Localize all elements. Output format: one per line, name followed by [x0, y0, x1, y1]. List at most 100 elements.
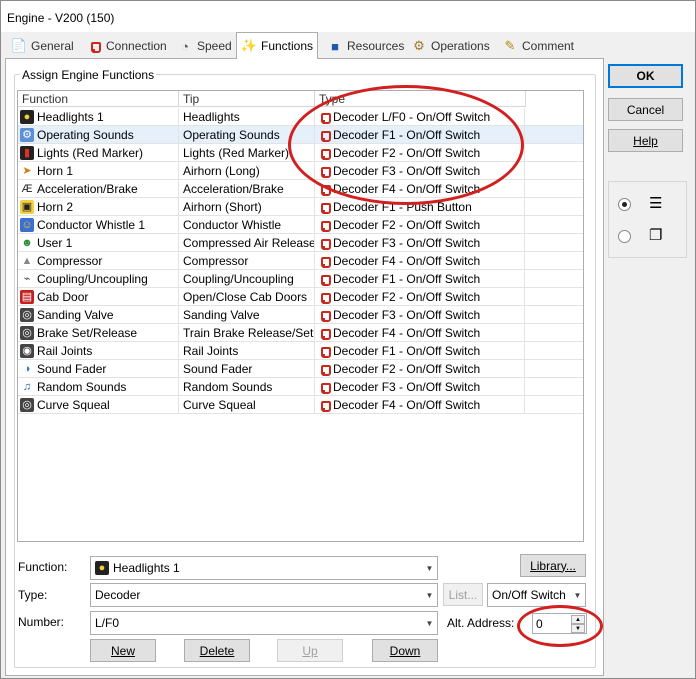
table-row[interactable]: ◑ Sound Fader Sound Fader Decoder F2 - On/O… [18, 360, 583, 378]
table-row[interactable]: Æ Acceleration/Brake Acceleration/Brake Dec… [18, 180, 583, 198]
type-cell[interactable]: Decoder F4 - On/Off Switch [315, 180, 525, 198]
number-select[interactable]: L/F0 ▼ [90, 611, 438, 635]
tab-operations[interactable]: ⚙ Operations [407, 35, 494, 57]
table-row[interactable]: ◎ Brake Set/Release Train Brake Release/Se… [18, 324, 583, 342]
cancel-button[interactable]: Cancel [608, 98, 683, 121]
tip-cell[interactable]: Coupling/Uncoupling [179, 270, 315, 288]
table-row[interactable]: ▲ Compressor Compressor Decoder F4 - On/Off… [18, 252, 583, 270]
function-cell[interactable]: ▣ Horn 2 [18, 198, 179, 216]
table-row[interactable]: ☺ Conductor Whistle 1 Conductor Whistle Dec… [18, 216, 583, 234]
tip-cell[interactable]: Conductor Whistle [179, 216, 315, 234]
function-cell[interactable]: ☺ Conductor Whistle 1 [18, 216, 179, 234]
tip-cell[interactable]: Compressed Air Release [179, 234, 315, 252]
tab-functions[interactable]: ✨ Functions [236, 32, 319, 59]
tip-cell[interactable]: Open/Close Cab Doors [179, 288, 315, 306]
function-cell[interactable]: ◎ Brake Set/Release [18, 324, 179, 342]
tip-cell[interactable]: Lights (Red Marker) [179, 144, 315, 162]
tip-cell[interactable]: Sanding Valve [179, 306, 315, 324]
up-button[interactable]: Up [277, 639, 343, 662]
tip-cell[interactable]: Operating Sounds [179, 126, 315, 144]
type-cell[interactable]: Decoder F3 - On/Off Switch [315, 234, 525, 252]
table-row[interactable]: ⌁ Coupling/Uncoupling Coupling/Uncoupling D… [18, 270, 583, 288]
type-cell[interactable]: Decoder F3 - On/Off Switch [315, 378, 525, 396]
type-cell[interactable]: Decoder L/F0 - On/Off Switch [315, 108, 525, 126]
list-button[interactable]: List... [443, 583, 483, 606]
spin-down-icon[interactable]: ▼ [571, 624, 585, 633]
help-button[interactable]: Help [608, 129, 683, 152]
function-select[interactable]: ● Headlights 1 ▼ [90, 556, 438, 580]
spin-up-icon[interactable]: ▲ [571, 615, 585, 624]
function-cell[interactable]: ⚙ Operating Sounds [18, 126, 179, 144]
function-cell[interactable]: ▲ Compressor [18, 252, 179, 270]
tab-comment[interactable]: ✎ Comment [498, 35, 578, 57]
tip-cell[interactable]: Rail Joints [179, 342, 315, 360]
type-select[interactable]: Decoder ▼ [90, 583, 438, 607]
table-row[interactable]: ▮ Lights (Red Marker) Lights (Red Marker) D… [18, 144, 583, 162]
type-cell[interactable]: Decoder F1 - On/Off Switch [315, 270, 525, 288]
table-row[interactable]: ◎ Curve Squeal Curve Squeal Decoder F4 - On… [18, 396, 583, 414]
table-row[interactable]: ⚙ Operating Sounds Operating Sounds Decoder… [18, 126, 583, 144]
type-cell[interactable]: Decoder F1 - On/Off Switch [315, 342, 525, 360]
type-cell[interactable]: Decoder F2 - On/Off Switch [315, 144, 525, 162]
column-function[interactable]: Function [18, 91, 179, 107]
list-view-radio[interactable] [618, 198, 631, 211]
function-cell[interactable]: ▮ Lights (Red Marker) [18, 144, 179, 162]
type-cell[interactable]: Decoder F2 - On/Off Switch [315, 216, 525, 234]
table-row[interactable]: ◎ Sanding Valve Sanding Valve Decoder F3 - … [18, 306, 583, 324]
type-cell[interactable]: Decoder F2 - On/Off Switch [315, 360, 525, 378]
tip-cell[interactable]: Compressor [179, 252, 315, 270]
function-cell[interactable]: ⌁ Coupling/Uncoupling [18, 270, 179, 288]
tip-cell[interactable]: Sound Fader [179, 360, 315, 378]
function-cell[interactable]: ☻ User 1 [18, 234, 179, 252]
table-row[interactable]: ♫ Random Sounds Random Sounds Decoder F3 - … [18, 378, 583, 396]
icon-view-radio[interactable] [618, 230, 631, 243]
function-cell[interactable]: ◎ Sanding Valve [18, 306, 179, 324]
type-cell[interactable]: Decoder F3 - On/Off Switch [315, 306, 525, 324]
function-cell[interactable]: Æ Acceleration/Brake [18, 180, 179, 198]
type-text: Decoder F3 - On/Off Switch [333, 308, 481, 322]
tip-cell[interactable]: Acceleration/Brake [179, 180, 315, 198]
column-type[interactable]: Type [315, 91, 526, 107]
table-row[interactable]: ▤ Cab Door Open/Close Cab Doors Decoder F2 … [18, 288, 583, 306]
table-row[interactable]: ◉ Rail Joints Rail Joints Decoder F1 - On/O… [18, 342, 583, 360]
type-cell[interactable]: Decoder F3 - On/Off Switch [315, 162, 525, 180]
type-cell[interactable]: Decoder F1 - Push Button [315, 198, 525, 216]
function-cell[interactable]: ▤ Cab Door [18, 288, 179, 306]
type-cell[interactable]: Decoder F1 - On/Off Switch [315, 126, 525, 144]
function-cell[interactable]: ➤ Horn 1 [18, 162, 179, 180]
function-cell[interactable]: ♫ Random Sounds [18, 378, 179, 396]
mode-select[interactable]: On/Off Switch ▼ [487, 583, 586, 607]
functions-grid[interactable]: Function Tip Type ● Headlights 1 Headlight… [17, 90, 584, 542]
table-row[interactable]: ▣ Horn 2 Airhorn (Short) Decoder F1 - Push … [18, 198, 583, 216]
down-button[interactable]: Down [372, 639, 438, 662]
delete-button[interactable]: Delete [184, 639, 250, 662]
tip-cell[interactable]: Random Sounds [179, 378, 315, 396]
tip-cell[interactable]: Curve Squeal [179, 396, 315, 414]
ok-button[interactable]: OK [608, 64, 683, 88]
brake-icon: ◎ [20, 326, 34, 340]
tab-connection[interactable]: Connection [82, 35, 171, 57]
type-cell[interactable]: Decoder F4 - On/Off Switch [315, 324, 525, 342]
new-button[interactable]: New [90, 639, 156, 662]
tip-cell[interactable]: Airhorn (Short) [179, 198, 315, 216]
tab-general[interactable]: 📄 General [7, 35, 78, 57]
function-cell[interactable]: ◎ Curve Squeal [18, 396, 179, 414]
function-cell[interactable]: ● Headlights 1 [18, 108, 179, 126]
type-cell[interactable]: Decoder F4 - On/Off Switch [315, 252, 525, 270]
table-row[interactable]: ☻ User 1 Compressed Air Release Decoder F3 … [18, 234, 583, 252]
tab-resources[interactable]: ■ Resources [323, 35, 408, 57]
table-row[interactable]: ● Headlights 1 Headlights Decoder L/F0 - On… [18, 108, 583, 126]
tab-speed[interactable]: ◔ Speed [173, 35, 236, 57]
type-cell[interactable]: Decoder F2 - On/Off Switch [315, 288, 525, 306]
tip-cell[interactable]: Train Brake Release/Set [179, 324, 315, 342]
table-row[interactable]: ➤ Horn 1 Airhorn (Long) Decoder F3 - On/Off… [18, 162, 583, 180]
tip-cell[interactable]: Airhorn (Long) [179, 162, 315, 180]
alt-address-value[interactable]: 0 [536, 617, 543, 631]
function-cell[interactable]: ◉ Rail Joints [18, 342, 179, 360]
type-cell[interactable]: Decoder F4 - On/Off Switch [315, 396, 525, 414]
tip-cell[interactable]: Headlights [179, 108, 315, 126]
alt-address-spinner[interactable]: 0 ▲ ▼ [532, 613, 587, 634]
library-button[interactable]: Library... [520, 554, 586, 577]
column-tip[interactable]: Tip [179, 91, 315, 107]
function-cell[interactable]: ◑ Sound Fader [18, 360, 179, 378]
